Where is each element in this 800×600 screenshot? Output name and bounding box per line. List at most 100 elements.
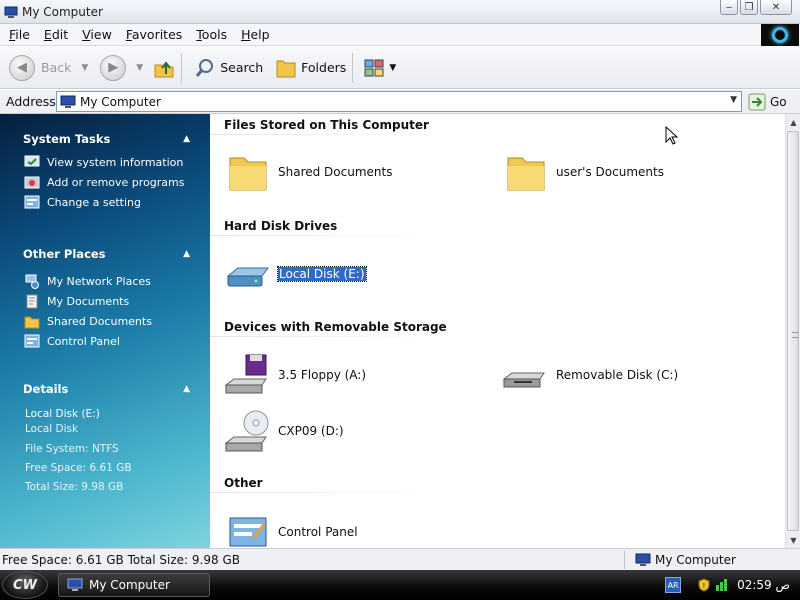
logo-ring-icon xyxy=(772,27,788,43)
security-shield-icon[interactable]: ! xyxy=(697,578,711,592)
computer-icon xyxy=(67,578,83,591)
place-shared-documents[interactable]: Shared Documents xyxy=(24,311,210,331)
windows-logo xyxy=(761,24,799,46)
item-local-disk-e[interactable]: Local Disk (E:) xyxy=(224,250,367,298)
views-icon xyxy=(364,59,384,76)
scroll-grip-icon xyxy=(792,332,798,338)
other-places-section: Other Places ▲ My Network Places My Docu… xyxy=(0,244,210,351)
svg-text:!: ! xyxy=(703,582,706,590)
menu-view[interactable]: View xyxy=(74,27,118,42)
minimize-button[interactable]: ‒ xyxy=(720,0,738,15)
back-label: Back xyxy=(41,60,72,75)
collapse-icon[interactable]: ▲ xyxy=(183,249,190,259)
details-header[interactable]: Details xyxy=(23,379,210,399)
network-places-icon xyxy=(25,274,39,289)
folders-button[interactable]: Folders xyxy=(275,52,346,84)
taskbar: CW My Computer AR ! 02:59 ص xyxy=(0,570,800,600)
search-button[interactable]: Search xyxy=(194,52,263,84)
mouse-cursor-icon xyxy=(665,126,679,145)
task-change-setting[interactable]: Change a setting xyxy=(24,192,210,212)
close-icon: ✕ xyxy=(771,1,781,13)
views-button[interactable]: ▼ xyxy=(363,52,396,84)
control-panel-icon xyxy=(229,517,267,547)
place-my-network-places[interactable]: My Network Places xyxy=(24,271,210,291)
folder-icon xyxy=(229,157,267,191)
cd-drive-icon xyxy=(224,410,269,452)
item-cd-drive-d[interactable]: CXP09 (D:) xyxy=(224,407,344,455)
documents-icon xyxy=(26,294,38,308)
go-label: Go xyxy=(770,94,787,109)
go-button[interactable]: Go xyxy=(748,93,787,111)
forward-dropdown-icon[interactable]: ▼ xyxy=(136,63,143,73)
group-header-removable: Devices with Removable Storage xyxy=(224,320,447,334)
system-tasks-header[interactable]: System Tasks xyxy=(23,129,210,149)
search-label: Search xyxy=(220,60,264,75)
toolbar: ◀ Back ▼ ▶ ▼ Search Folders ▼ xyxy=(0,47,800,89)
details-total-size: Total Size: 9.98 GB xyxy=(25,481,124,493)
menu-edit[interactable]: Edit xyxy=(36,27,74,42)
vertical-scrollbar[interactable]: ▲ ▼ xyxy=(785,114,800,548)
folder-up-icon[interactable] xyxy=(153,57,175,79)
taskbar-item-my-computer[interactable]: My Computer xyxy=(58,573,210,597)
maximize-button[interactable]: ❐ xyxy=(740,0,758,15)
back-button[interactable]: ◀ Back ▼ xyxy=(9,52,88,84)
system-tray: AR ! 02:59 ص xyxy=(665,570,800,600)
window-title: My Computer xyxy=(22,4,103,19)
close-button[interactable]: ✕ xyxy=(760,0,792,15)
menu-help[interactable]: Help xyxy=(233,27,276,42)
folder-icon xyxy=(24,316,40,328)
group-header-hdd: Hard Disk Drives xyxy=(224,219,338,233)
back-dropdown-icon[interactable]: ▼ xyxy=(81,63,88,73)
task-pane: System Tasks ▲ View system information A… xyxy=(0,114,210,548)
menu-favorites[interactable]: Favorites xyxy=(118,27,188,42)
scroll-down-icon[interactable]: ▼ xyxy=(786,532,800,548)
computer-icon xyxy=(635,553,651,566)
control-panel-icon xyxy=(24,195,40,208)
title-bar[interactable]: My Computer ‒ ❐ ✕ xyxy=(0,0,800,24)
address-input[interactable]: My Computer ▼ xyxy=(56,91,742,112)
computer-icon xyxy=(4,6,18,18)
minimize-icon: ‒ xyxy=(725,1,733,13)
details-section: Details ▲ Local Disk (E:) Local Disk Fil… xyxy=(0,379,210,497)
other-places-header[interactable]: Other Places xyxy=(23,244,210,264)
task-view-system-info[interactable]: View system information xyxy=(24,152,210,172)
folders-label: Folders xyxy=(301,60,347,75)
start-button[interactable]: CW xyxy=(2,571,48,599)
computer-icon xyxy=(60,95,76,108)
place-control-panel[interactable]: Control Panel xyxy=(24,331,210,351)
item-removable-disk-c[interactable]: Removable Disk (C:) xyxy=(502,351,678,399)
address-label: Address xyxy=(6,94,56,109)
language-indicator[interactable]: AR xyxy=(665,577,682,593)
details-free-space: Free Space: 6.61 GB xyxy=(25,462,132,474)
group-header-files: Files Stored on This Computer xyxy=(224,118,429,132)
add-remove-programs-icon xyxy=(24,176,40,188)
forward-button[interactable]: ▶ ▼ xyxy=(100,52,143,84)
address-value: My Computer xyxy=(80,94,161,109)
status-disk-info: Free Space: 6.61 GB Total Size: 9.98 GB xyxy=(2,552,240,567)
toolbar-separator xyxy=(352,52,354,83)
clock[interactable]: 02:59 ص xyxy=(737,578,790,592)
status-bar: Free Space: 6.61 GB Total Size: 9.98 GB … xyxy=(0,548,800,570)
scroll-thumb[interactable] xyxy=(787,131,799,531)
task-add-remove-programs[interactable]: Add or remove programs xyxy=(24,172,210,192)
scroll-up-icon[interactable]: ▲ xyxy=(786,114,800,130)
collapse-icon[interactable]: ▲ xyxy=(183,384,190,394)
menu-tools[interactable]: Tools xyxy=(188,27,233,42)
item-floppy-a[interactable]: 3.5 Floppy (A:) xyxy=(224,351,366,399)
hard-disk-icon xyxy=(226,267,269,287)
item-shared-documents[interactable]: Shared Documents xyxy=(224,148,392,196)
item-users-documents[interactable]: user's Documents xyxy=(502,148,664,196)
views-dropdown-icon: ▼ xyxy=(389,62,397,73)
network-icon[interactable] xyxy=(715,578,729,592)
place-my-documents[interactable]: My Documents xyxy=(24,291,210,311)
status-location: My Computer xyxy=(635,553,736,567)
item-control-panel[interactable]: Control Panel xyxy=(224,508,358,548)
floppy-drive-icon xyxy=(224,354,267,394)
group-divider xyxy=(210,336,435,337)
system-tasks-section: System Tasks ▲ View system information A… xyxy=(0,129,210,212)
menu-file[interactable]: File xyxy=(0,27,36,42)
forward-arrow-icon: ▶ xyxy=(100,54,127,81)
collapse-icon[interactable]: ▲ xyxy=(183,134,190,144)
address-dropdown-icon[interactable]: ▼ xyxy=(730,95,737,105)
window-controls: ‒ ❐ ✕ xyxy=(720,0,792,15)
